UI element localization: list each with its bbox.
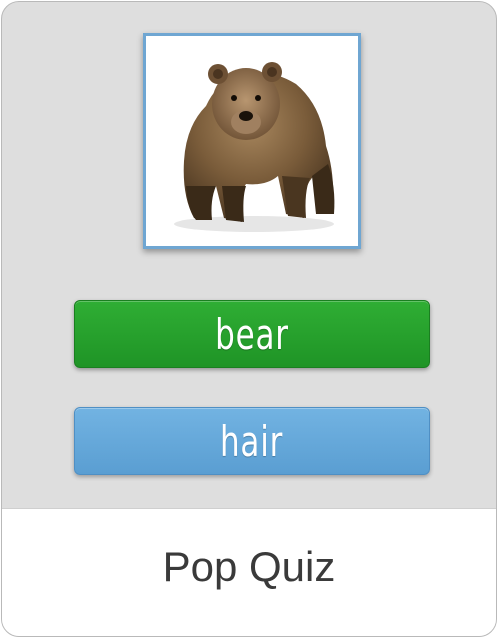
quiz-card: bear hair Pop Quiz bbox=[1, 1, 497, 637]
answer-label: hair bbox=[220, 416, 284, 466]
answer-button-hair[interactable]: hair bbox=[74, 407, 430, 475]
question-image bbox=[143, 33, 361, 249]
bear-icon bbox=[174, 62, 335, 232]
answer-button-bear[interactable]: bear bbox=[74, 300, 430, 368]
answer-label: bear bbox=[215, 309, 289, 359]
app-title: Pop Quiz bbox=[162, 543, 336, 590]
footer: Pop Quiz bbox=[2, 508, 496, 636]
